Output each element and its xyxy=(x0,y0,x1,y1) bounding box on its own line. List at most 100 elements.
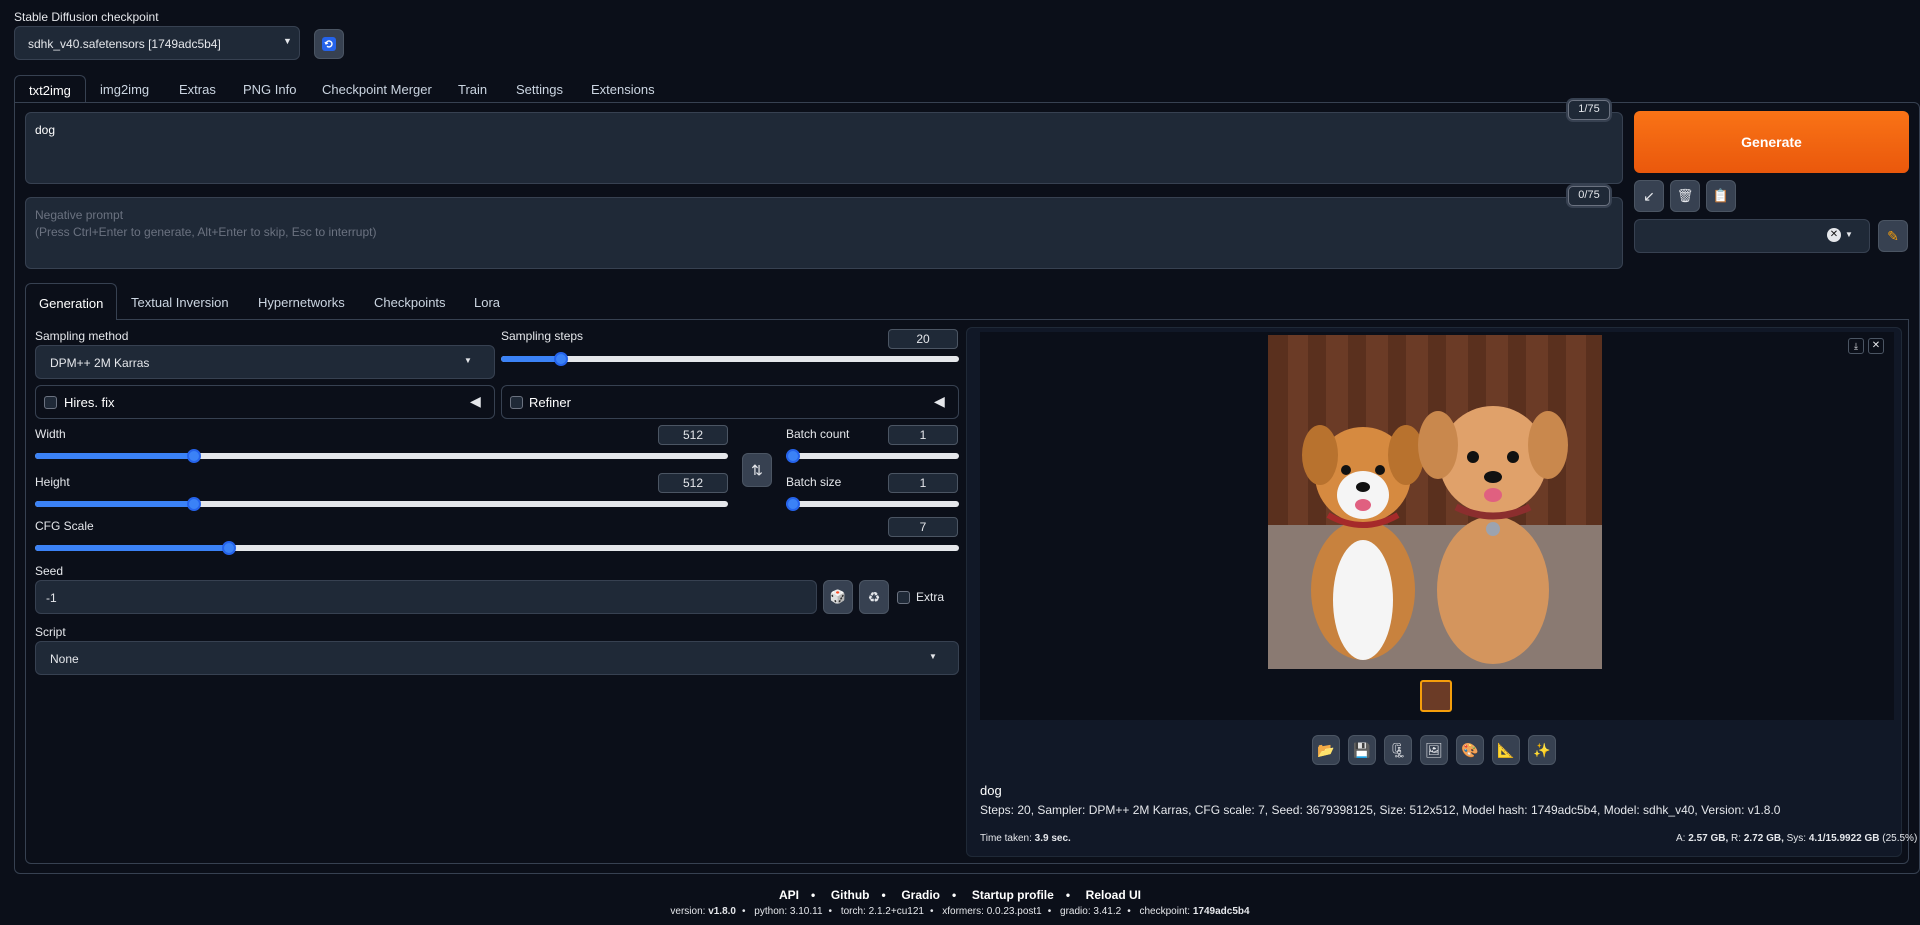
height-input[interactable]: 512 xyxy=(658,473,728,493)
footer-link-reload-ui[interactable]: Reload UI xyxy=(1086,888,1141,902)
sampling-method-label: Sampling method xyxy=(35,329,129,343)
batch-count-slider[interactable] xyxy=(786,449,959,463)
generate-button[interactable]: Generate xyxy=(1634,111,1909,173)
vram-percent: (25.5%) xyxy=(1882,833,1918,844)
batch-count-input[interactable]: 1 xyxy=(888,425,958,445)
sampling-steps-slider[interactable] xyxy=(501,352,959,366)
tab-txt2img[interactable]: txt2img xyxy=(14,75,86,103)
sampling-steps-label: Sampling steps xyxy=(501,329,584,343)
send-to-extras-button[interactable]: 📐 xyxy=(1492,735,1520,765)
random-seed-button[interactable]: 🎲 xyxy=(823,580,853,614)
height-slider[interactable] xyxy=(35,497,728,511)
footer-link-api[interactable]: API xyxy=(779,888,799,902)
vram-r-value: 2.72 GB, xyxy=(1743,833,1784,844)
read-params-button[interactable]: ↙ xyxy=(1634,180,1664,212)
refiner-checkbox[interactable] xyxy=(510,396,523,409)
sampling-steps-input[interactable]: 20 xyxy=(888,329,958,349)
trash-icon: 🗑 xyxy=(1676,188,1694,203)
checkpoint-value: sdhk_v40.safetensors [1749adc5b4] xyxy=(28,37,221,51)
edit-styles-button[interactable]: ✎ xyxy=(1878,220,1908,252)
negative-prompt-textarea[interactable]: Negative prompt (Press Ctrl+Enter to gen… xyxy=(25,197,1623,269)
script-value: None xyxy=(50,652,79,666)
script-dropdown[interactable]: None ▼ xyxy=(35,641,959,675)
prompt-textarea[interactable]: dog xyxy=(25,112,1623,184)
ruler-icon: 📐 xyxy=(1497,741,1515,758)
send-to-img2img-button[interactable]: 🖼 xyxy=(1420,735,1448,765)
pencil-icon: ✎ xyxy=(1887,227,1899,244)
chevron-down-icon: ▼ xyxy=(1845,230,1853,239)
gallery: ⤓ ✕ xyxy=(980,332,1894,720)
cfg-scale-input[interactable]: 7 xyxy=(888,517,958,537)
tab-hypernetworks[interactable]: Hypernetworks xyxy=(258,295,345,310)
generated-image[interactable] xyxy=(1268,335,1602,669)
clear-prompt-button[interactable]: 🗑 xyxy=(1670,180,1700,212)
batch-size-input[interactable]: 1 xyxy=(888,473,958,493)
tab-img2img[interactable]: img2img xyxy=(100,82,149,97)
open-folder-button[interactable]: 📂 xyxy=(1312,735,1340,765)
refiner-accordion[interactable]: Refiner ◀ xyxy=(501,385,959,419)
gallery-thumbnail[interactable] xyxy=(1420,680,1452,712)
tab-checkpoints[interactable]: Checkpoints xyxy=(374,295,446,310)
tab-checkpoint-merger[interactable]: Checkpoint Merger xyxy=(322,82,432,97)
slider-handle[interactable] xyxy=(786,497,800,511)
tab-textual-inversion[interactable]: Textual Inversion xyxy=(131,295,229,310)
close-icon[interactable]: ✕ xyxy=(1868,338,1884,354)
sampling-method-dropdown[interactable]: DPM++ 2M Karras ▼ xyxy=(35,345,495,379)
dice-icon: 🎲 xyxy=(829,589,847,604)
vram-r-label: R: xyxy=(1731,833,1742,844)
send-to-inpaint-button[interactable]: 🎨 xyxy=(1456,735,1484,765)
refiner-label: Refiner xyxy=(529,395,571,410)
swap-dimensions-button[interactable]: ⇅ xyxy=(742,453,772,487)
tab-extensions[interactable]: Extensions xyxy=(591,82,655,97)
clear-icon[interactable]: ✕ xyxy=(1827,228,1841,242)
footer-link-startup-profile[interactable]: Startup profile xyxy=(972,888,1054,902)
styles-dropdown[interactable]: ✕ ▼ xyxy=(1634,219,1870,253)
zip-button[interactable]: 🗜 xyxy=(1384,735,1412,765)
extra-seed-checkbox[interactable] xyxy=(897,591,910,604)
extra-seed-label: Extra xyxy=(916,590,945,604)
collapse-arrow-icon: ◀ xyxy=(934,393,945,409)
clipboard-icon: 📋 xyxy=(1712,188,1730,203)
cfg-scale-slider[interactable] xyxy=(35,541,959,555)
tab-lora[interactable]: Lora xyxy=(474,295,500,310)
slider-handle[interactable] xyxy=(553,352,568,366)
gradio-value: 3.41.2 xyxy=(1093,906,1122,917)
tab-train[interactable]: Train xyxy=(458,82,487,97)
image-icon: 🖼 xyxy=(1425,741,1443,758)
hires-fix-label: Hires. fix xyxy=(64,395,115,410)
time-taken-value: 3.9 sec. xyxy=(1034,833,1071,844)
width-slider[interactable] xyxy=(35,449,728,463)
checkpoint-dropdown[interactable]: sdhk_v40.safetensors [1749adc5b4] ▼ xyxy=(14,26,300,60)
reuse-seed-button[interactable]: ♻ xyxy=(859,580,889,614)
upscale-button[interactable]: ✨ xyxy=(1528,735,1556,765)
negative-prompt-placeholder: Negative prompt xyxy=(35,208,124,222)
version-key: version: xyxy=(670,906,706,917)
save-button[interactable]: 💾 xyxy=(1348,735,1376,765)
tab-settings[interactable]: Settings xyxy=(516,82,563,97)
tab-png-info[interactable]: PNG Info xyxy=(243,82,296,97)
width-input[interactable]: 512 xyxy=(658,425,728,445)
hires-fix-checkbox[interactable] xyxy=(44,396,57,409)
paste-button[interactable]: 📋 xyxy=(1706,180,1736,212)
download-icon[interactable]: ⤓ xyxy=(1848,338,1864,354)
footer-link-github[interactable]: Github xyxy=(831,888,870,902)
slider-handle[interactable] xyxy=(222,541,237,555)
seed-input[interactable]: -1 xyxy=(35,580,817,614)
gradio-key: gradio: xyxy=(1060,906,1091,917)
folder-icon: 📂 xyxy=(1317,741,1335,758)
seed-value: -1 xyxy=(46,591,57,605)
refresh-checkpoints-button[interactable] xyxy=(314,29,344,59)
checkpoint-hash-value: 1749adc5b4 xyxy=(1192,906,1250,917)
slider-handle[interactable] xyxy=(786,449,800,463)
tab-extras[interactable]: Extras xyxy=(179,82,216,97)
python-key: python: xyxy=(754,906,788,917)
batch-size-slider[interactable] xyxy=(786,497,959,511)
vram-sys-label: Sys: xyxy=(1786,833,1807,844)
negative-token-counter: 0/75 xyxy=(1568,186,1610,206)
time-taken: Time taken: 3.9 sec. xyxy=(980,833,1071,844)
zip-icon: 🗜 xyxy=(1389,741,1407,758)
vram-a-value: 2.57 GB, xyxy=(1688,833,1729,844)
hires-fix-accordion[interactable]: Hires. fix ◀ xyxy=(35,385,495,419)
tab-generation[interactable]: Generation xyxy=(25,283,117,320)
footer-link-gradio[interactable]: Gradio xyxy=(901,888,940,902)
